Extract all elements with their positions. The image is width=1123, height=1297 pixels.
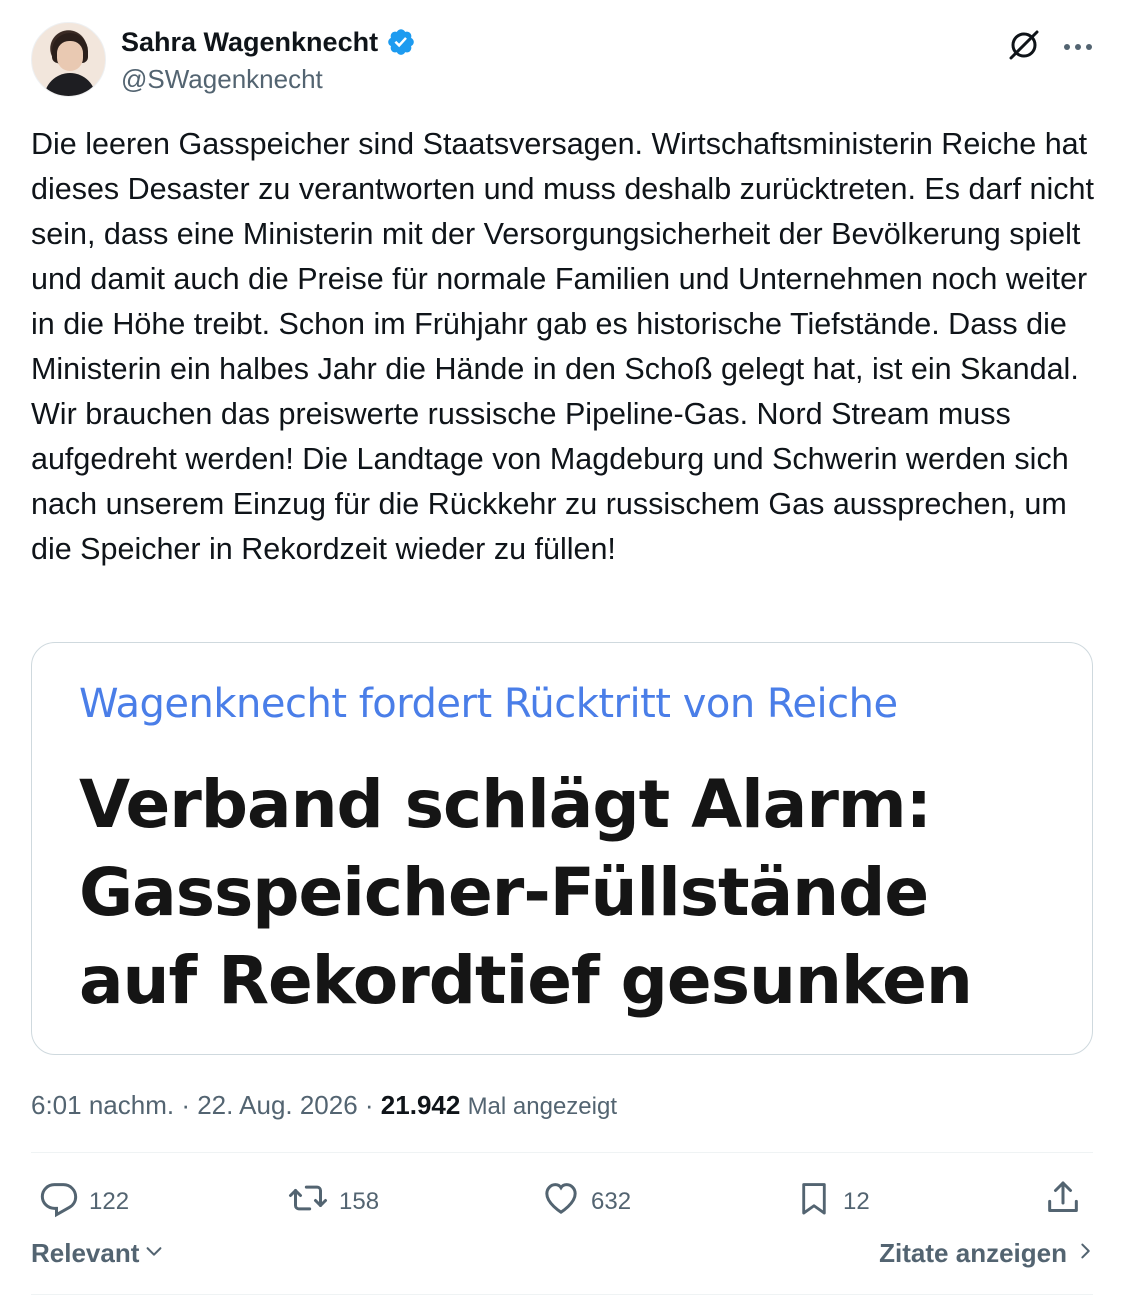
author-block[interactable]: Sahra Wagenknecht @SWagenknecht (121, 24, 416, 98)
tweet-meta: 6:01 nachm. · 22. Aug. 2026 · 21.942 Mal… (31, 1088, 617, 1124)
repost-icon (287, 1178, 329, 1225)
more-icon[interactable] (1063, 39, 1093, 57)
chevron-down-icon (143, 1238, 165, 1269)
bookmark-icon (795, 1178, 833, 1225)
card-kicker: Wagenknecht fordert Rücktritt von Reiche (79, 681, 898, 727)
chevron-right-icon (1079, 1238, 1093, 1269)
view-count: 21.942 (380, 1090, 461, 1120)
meta-separator: · (174, 1090, 198, 1120)
sort-dropdown[interactable]: Relevant (31, 1238, 165, 1269)
tweet-time[interactable]: 6:01 nachm. (31, 1090, 174, 1120)
share-button[interactable] (1043, 1178, 1083, 1225)
card-headline: Verband schlägt Alarm: Gasspeicher-Fülls… (79, 766, 973, 1019)
like-count: 632 (591, 1187, 632, 1215)
view-quotes-link[interactable]: Zitate anzeigen (879, 1238, 1093, 1269)
reply-icon (39, 1178, 79, 1225)
share-icon (1043, 1178, 1083, 1225)
view-quotes-label: Zitate anzeigen (879, 1238, 1067, 1268)
verified-badge-icon[interactable] (386, 27, 416, 57)
action-bar: 122 158 632 12 (31, 1170, 1093, 1230)
sort-label: Relevant (31, 1238, 140, 1268)
divider (31, 1152, 1093, 1153)
heart-icon (541, 1178, 581, 1225)
author-display-name[interactable]: Sahra Wagenknecht (121, 24, 378, 60)
view-count-label: Mal angezeigt (467, 1093, 617, 1120)
author-handle[interactable]: @SWagenknecht (121, 60, 416, 98)
reply-sort-bar: Relevant Zitate anzeigen (31, 1238, 1093, 1282)
tweet-date[interactable]: 22. Aug. 2026 (197, 1090, 357, 1120)
tweet-header: Sahra Wagenknecht @SWagenknecht (31, 22, 1093, 102)
link-card[interactable]: Wagenknecht fordert Rücktritt von Reiche… (31, 642, 1093, 1055)
meta-separator: · (357, 1090, 381, 1120)
reply-button[interactable]: 122 (39, 1178, 129, 1225)
author-display-name-row[interactable]: Sahra Wagenknecht (121, 24, 416, 60)
grok-icon[interactable] (1007, 28, 1041, 67)
repost-count: 158 (339, 1187, 380, 1215)
divider (31, 1294, 1093, 1295)
repost-button[interactable]: 158 (287, 1178, 379, 1225)
like-button[interactable]: 632 (541, 1178, 631, 1225)
bookmark-count: 12 (843, 1187, 870, 1215)
tweet-text: Die leeren Gasspeicher sind Staatsversag… (31, 127, 1094, 566)
reply-count: 122 (89, 1187, 130, 1215)
bookmark-button[interactable]: 12 (795, 1178, 870, 1225)
avatar[interactable] (31, 22, 106, 97)
